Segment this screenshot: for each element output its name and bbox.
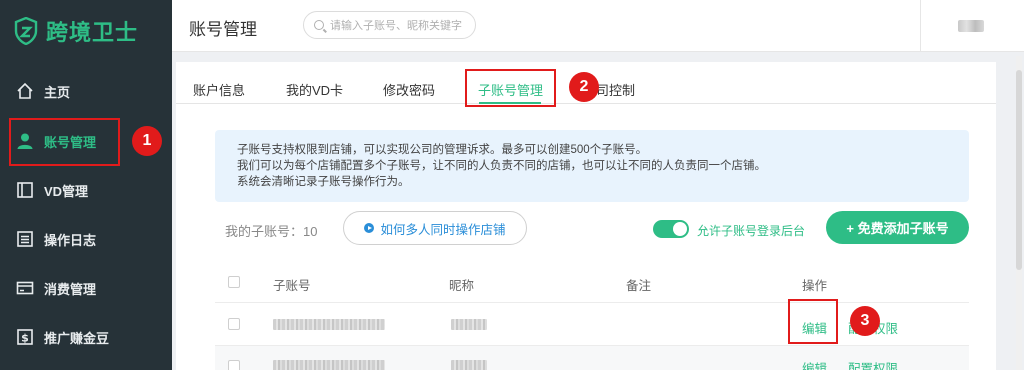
annotation-highlight-2: [465, 69, 556, 107]
top-header: 账号管理 请输入子账号、昵称关键字: [172, 0, 1024, 52]
page-title: 账号管理: [189, 20, 257, 39]
edit-link[interactable]: 编辑: [802, 358, 827, 370]
scrollbar-thumb[interactable]: [1016, 70, 1022, 270]
search-icon: [314, 20, 324, 30]
logo-text: 跨境卫士: [46, 20, 139, 45]
column-header-remark: 备注: [626, 279, 652, 293]
sidebar-item-label: 操作日志: [44, 232, 97, 248]
column-header-nickname: 昵称: [449, 279, 475, 293]
sidebar-item-vd-management[interactable]: VD管理: [0, 166, 172, 214]
svg-text:$: $: [21, 332, 29, 345]
shield-logo-icon: [14, 17, 38, 45]
row-checkbox[interactable]: [228, 360, 240, 370]
annotation-marker-3: 3: [850, 306, 880, 336]
search-placeholder: 请输入子账号、昵称关键字: [330, 20, 462, 32]
sidebar-item-label: 主页: [44, 84, 71, 100]
add-sub-account-button[interactable]: + 免费添加子账号: [826, 211, 969, 244]
sidebar-item-label: VD管理: [44, 183, 89, 199]
window-icon: [17, 182, 33, 198]
user-menu[interactable]: [958, 20, 984, 32]
annotation-marker-2: 2: [569, 72, 599, 102]
tab-control[interactable]: 司控制: [596, 80, 635, 99]
row-checkbox[interactable]: [228, 318, 240, 330]
sidebar-item-label: 消费管理: [44, 281, 97, 297]
sidebar-item-promotion[interactable]: $ 推广赚金豆: [0, 313, 172, 361]
sidebar: 跨境卫士 主页 账号管理 VD管理 操作日志 消费管理 $ 推广赚金豆: [0, 0, 172, 370]
sidebar-item-consumption[interactable]: 消费管理: [0, 264, 172, 312]
sub-account-count: 我的子账号：10: [225, 224, 318, 239]
annotation-highlight-1: [9, 118, 120, 166]
sidebar-item-home[interactable]: 主页: [0, 67, 172, 115]
dollar-icon: $: [17, 329, 33, 345]
select-all-checkbox[interactable]: [228, 276, 240, 288]
info-line: 我们可以为每个店铺配置多个子账号，让不同的人负责不同的店铺，也可以让不同的人负责…: [237, 160, 766, 172]
nickname-cell-redacted: [451, 360, 487, 370]
info-notice: 子账号支持权限到店铺，可以实现公司的管理诉求。最多可以创建500个子账号。 我们…: [215, 130, 969, 202]
card-icon: [16, 281, 34, 295]
header-divider: [920, 0, 921, 52]
annotation-highlight-3: [788, 299, 838, 344]
sidebar-item-operation-log[interactable]: 操作日志: [0, 215, 172, 263]
how-to-multi-operate-button[interactable]: 如何多人同时操作店铺: [343, 211, 527, 245]
tab-change-password[interactable]: 修改密码: [383, 80, 435, 99]
info-line: 系统会清晰记录子账号操作行为。: [237, 176, 410, 188]
list-icon: [17, 231, 33, 247]
play-icon: [364, 223, 375, 233]
nickname-cell-redacted: [451, 319, 487, 330]
sidebar-item-label: 推广赚金豆: [44, 330, 110, 346]
allow-login-toggle[interactable]: [653, 220, 689, 238]
info-line: 子账号支持权限到店铺，可以实现公司的管理诉求。最多可以创建500个子账号。: [237, 144, 648, 156]
column-header-actions: 操作: [802, 279, 828, 293]
sub-account-cell-redacted: [273, 360, 385, 370]
home-icon: [17, 82, 33, 99]
column-header-sub-account: 子账号: [273, 279, 311, 293]
config-permission-link[interactable]: 配置权限: [848, 358, 898, 370]
how-button-label: 如何多人同时操作店铺: [380, 222, 506, 237]
allow-login-label: 允许子账号登录后台: [697, 224, 806, 238]
app-logo[interactable]: 跨境卫士: [0, 0, 172, 62]
sub-account-cell-redacted: [273, 319, 385, 330]
tab-my-vd-card[interactable]: 我的VD卡: [286, 80, 343, 99]
annotation-marker-1: 1: [132, 126, 162, 156]
search-input[interactable]: 请输入子账号、昵称关键字: [303, 11, 476, 39]
tab-account-info[interactable]: 账户信息: [193, 80, 245, 99]
row-divider: [215, 302, 969, 303]
